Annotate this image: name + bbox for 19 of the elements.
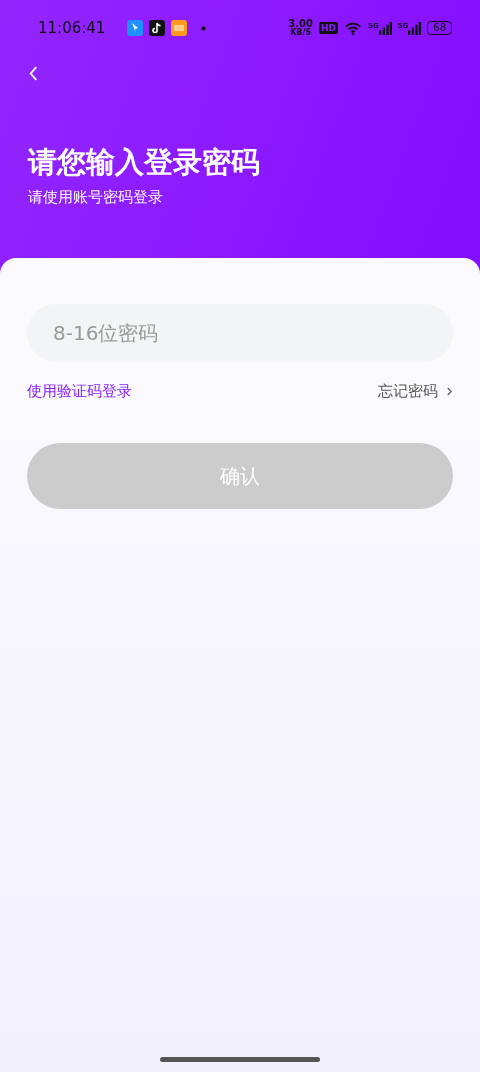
- battery-level: 68: [427, 21, 452, 35]
- back-icon[interactable]: [28, 65, 39, 82]
- app-icon: [171, 20, 188, 36]
- app-icon: [127, 20, 144, 36]
- signal-icon: [378, 21, 392, 35]
- forgot-password-link[interactable]: 忘记密码: [378, 382, 453, 401]
- chevron-icon: [446, 386, 453, 397]
- sms-login-link[interactable]: 使用验证码登录: [27, 382, 132, 401]
- music-note-icon: [149, 20, 166, 36]
- status-time: 11:06:41: [38, 19, 106, 37]
- wifi-icon: [344, 20, 362, 36]
- page-title: 请您输入登录密码: [28, 144, 261, 180]
- signal-icon: [408, 21, 422, 35]
- network-speed: 3.00: [288, 19, 313, 29]
- notification-dot-icon: [201, 25, 207, 31]
- speed-unit: KB/S: [290, 29, 312, 37]
- hd-badge: HD: [319, 22, 338, 34]
- password-field[interactable]: 8-16位密码: [27, 304, 453, 362]
- page-subtitle: 请使用账号密码登录: [28, 188, 164, 207]
